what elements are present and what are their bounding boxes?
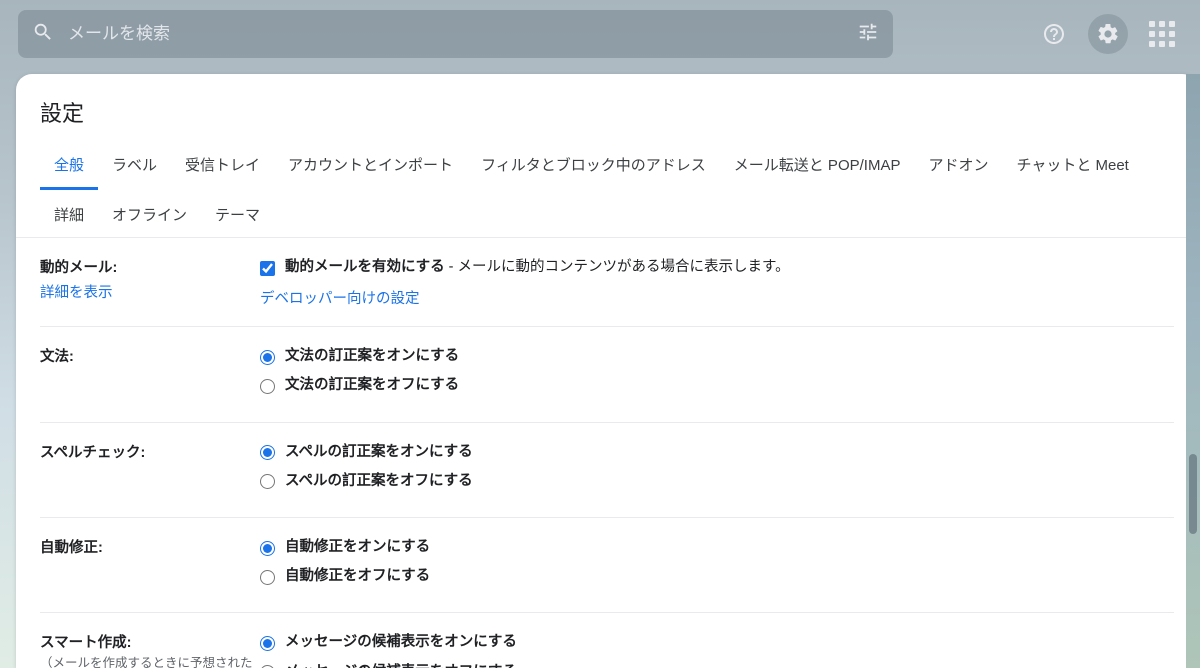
tab-chat-meet[interactable]: チャットと Meet bbox=[1002, 144, 1142, 190]
autocorrect-off-radio[interactable] bbox=[260, 570, 275, 585]
row-spell: スペルチェック: スペルの訂正案をオンにする スペルの訂正案をオフにする bbox=[40, 423, 1174, 518]
tab-offline[interactable]: オフライン bbox=[98, 194, 201, 237]
dynamic-mail-content: 動的メールを有効にする - メールに動的コンテンツがある場合に表示します。 デベ… bbox=[260, 256, 1174, 308]
tab-forwarding[interactable]: メール転送と POP/IMAP bbox=[720, 144, 915, 190]
enable-dynamic-checkbox[interactable] bbox=[260, 261, 275, 276]
grammar-off-label: 文法の訂正案をオフにする bbox=[285, 374, 459, 397]
apps-button[interactable] bbox=[1142, 14, 1182, 54]
grammar-content: 文法の訂正案をオンにする 文法の訂正案をオフにする bbox=[260, 345, 1174, 403]
tab-advanced[interactable]: 詳細 bbox=[40, 194, 98, 237]
search-icon bbox=[32, 21, 54, 48]
apps-icon bbox=[1149, 21, 1175, 47]
tabs-row: 全般 ラベル 受信トレイ アカウントとインポート フィルタとブロック中のアドレス… bbox=[16, 138, 1198, 238]
spell-off-radio[interactable] bbox=[260, 474, 275, 489]
dynamic-mail-label: 動的メール: 詳細を表示 bbox=[40, 256, 260, 308]
autocorrect-on-radio[interactable] bbox=[260, 541, 275, 556]
smart-label: スマート作成: （メールを作成するときに予想されたメッセージの候補が表示されます… bbox=[40, 631, 260, 668]
grammar-label-text: 文法: bbox=[40, 349, 74, 365]
tab-inbox[interactable]: 受信トレイ bbox=[171, 144, 274, 190]
tab-filters[interactable]: フィルタとブロック中のアドレス bbox=[467, 144, 720, 190]
help-button[interactable] bbox=[1034, 14, 1074, 54]
top-actions bbox=[1034, 14, 1182, 54]
spell-off-label: スペルの訂正案をオフにする bbox=[285, 470, 473, 493]
tab-theme[interactable]: テーマ bbox=[201, 194, 274, 237]
smart-sub-text: （メールを作成するときに予想されたメッセージの候補が表示されます） bbox=[40, 654, 260, 668]
spell-on-label: スペルの訂正案をオンにする bbox=[285, 441, 473, 464]
row-grammar: 文法: 文法の訂正案をオンにする 文法の訂正案をオフにする bbox=[40, 327, 1174, 422]
smart-on-label: メッセージの候補表示をオンにする bbox=[285, 631, 517, 654]
grammar-on-radio[interactable] bbox=[260, 350, 275, 365]
search-container[interactable] bbox=[18, 10, 893, 58]
autocorrect-content: 自動修正をオンにする 自動修正をオフにする bbox=[260, 536, 1174, 594]
search-input[interactable] bbox=[68, 24, 843, 44]
spell-label: スペルチェック: bbox=[40, 441, 260, 499]
settings-body: 動的メール: 詳細を表示 動的メールを有効にする - メールに動的コンテンツがあ… bbox=[16, 238, 1198, 668]
settings-panel: 設定 全般 ラベル 受信トレイ アカウントとインポート フィルタとブロック中のア… bbox=[16, 74, 1198, 668]
autocorrect-on-label: 自動修正をオンにする bbox=[285, 536, 430, 559]
spell-content: スペルの訂正案をオンにする スペルの訂正案をオフにする bbox=[260, 441, 1174, 499]
page-title: 設定 bbox=[16, 74, 1198, 138]
spell-on-radio[interactable] bbox=[260, 445, 275, 460]
grammar-on-label: 文法の訂正案をオンにする bbox=[285, 345, 459, 368]
autocorrect-label-text: 自動修正: bbox=[40, 540, 103, 556]
smart-content: メッセージの候補表示をオンにする メッセージの候補表示をオフにする スマート作成… bbox=[260, 631, 1174, 668]
spell-label-text: スペルチェック: bbox=[40, 445, 145, 461]
autocorrect-label: 自動修正: bbox=[40, 536, 260, 594]
smart-off-label: メッセージの候補表示をオフにする bbox=[285, 661, 517, 668]
dynamic-label-text: 動的メール: bbox=[40, 260, 117, 276]
tab-labels[interactable]: ラベル bbox=[98, 144, 171, 190]
settings-button[interactable] bbox=[1088, 14, 1128, 54]
row-autocorrect: 自動修正: 自動修正をオンにする 自動修正をオフにする bbox=[40, 518, 1174, 613]
show-detail-link[interactable]: 詳細を表示 bbox=[40, 281, 113, 302]
row-dynamic-mail: 動的メール: 詳細を表示 動的メールを有効にする - メールに動的コンテンツがあ… bbox=[40, 238, 1174, 327]
scrollbar-thumb[interactable] bbox=[1189, 454, 1197, 534]
tab-general[interactable]: 全般 bbox=[40, 144, 98, 190]
scrollbar-track[interactable] bbox=[1186, 74, 1200, 668]
smart-on-radio[interactable] bbox=[260, 636, 275, 651]
enable-dynamic-suffix: - メールに動的コンテンツがある場合に表示します。 bbox=[445, 259, 790, 275]
developer-settings-link[interactable]: デベロッパー向けの設定 bbox=[260, 287, 420, 308]
tune-icon[interactable] bbox=[857, 21, 879, 48]
autocorrect-off-label: 自動修正をオフにする bbox=[285, 565, 430, 588]
smart-label-text: スマート作成: bbox=[40, 635, 131, 651]
row-smart-compose: スマート作成: （メールを作成するときに予想されたメッセージの候補が表示されます… bbox=[40, 613, 1174, 668]
tab-addons[interactable]: アドオン bbox=[914, 144, 1002, 190]
grammar-off-radio[interactable] bbox=[260, 379, 275, 394]
enable-dynamic-label: 動的メールを有効にする bbox=[285, 259, 445, 275]
top-bar bbox=[0, 0, 1200, 72]
grammar-label: 文法: bbox=[40, 345, 260, 403]
tab-accounts[interactable]: アカウントとインポート bbox=[274, 144, 467, 190]
